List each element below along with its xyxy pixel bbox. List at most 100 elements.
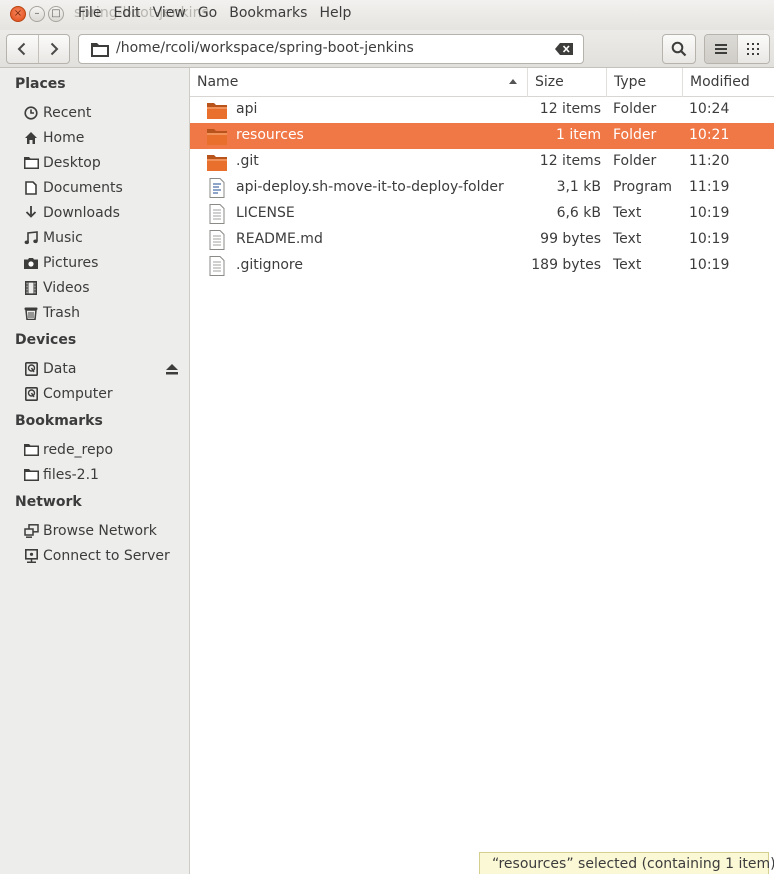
- menu-file[interactable]: File: [78, 5, 101, 21]
- drive-icon: [24, 361, 38, 376]
- file-type: Folder: [613, 127, 657, 143]
- file-size: 99 bytes: [540, 231, 601, 247]
- film-icon: [25, 280, 37, 295]
- sidebar-item-browse-network[interactable]: Browse Network: [23, 518, 188, 543]
- table-row[interactable]: .git 12 items Folder 11:20: [190, 149, 774, 175]
- menu-view[interactable]: View: [153, 5, 186, 21]
- location-bar[interactable]: /home/rcoli/workspace/spring-boot-jenkin…: [78, 34, 584, 64]
- file-size: 189 bytes: [531, 257, 601, 273]
- file-name: .git: [236, 153, 259, 169]
- sidebar-item-documents[interactable]: Documents: [23, 175, 188, 200]
- sidebar-item-label: Recent: [43, 104, 92, 121]
- sidebar-item-trash[interactable]: Trash: [23, 300, 188, 325]
- sidebar-item-label: Desktop: [43, 154, 101, 171]
- clear-location-icon[interactable]: [555, 43, 573, 55]
- forward-button[interactable]: [37, 35, 70, 63]
- minimize-window-button[interactable]: –: [29, 6, 45, 22]
- search-button[interactable]: [662, 34, 696, 64]
- sidebar-item-connect-server[interactable]: Connect to Server: [23, 543, 188, 568]
- network-icon: [23, 523, 39, 538]
- location-path[interactable]: /home/rcoli/workspace/spring-boot-jenkin…: [116, 40, 414, 56]
- sidebar-item-recent[interactable]: Recent: [23, 100, 188, 125]
- grid-view-button[interactable]: [736, 35, 769, 63]
- sidebar-item-label: Videos: [43, 279, 90, 296]
- file-list-view: Name Size Type Modified api 12 items Fol…: [190, 68, 774, 874]
- drive-icon: [24, 386, 38, 401]
- sidebar-item-label: Trash: [43, 304, 80, 321]
- close-window-button[interactable]: ×: [10, 6, 26, 22]
- file-name: resources: [236, 127, 304, 143]
- sidebar-item-music[interactable]: Music: [23, 225, 188, 250]
- folder-icon: [91, 43, 109, 57]
- script-file-icon: [209, 178, 225, 198]
- table-row[interactable]: .gitignore 189 bytes Text 10:19: [190, 253, 774, 279]
- eject-data-button[interactable]: [165, 362, 179, 376]
- file-modified: 11:20: [689, 153, 730, 169]
- file-size: 12 items: [539, 153, 601, 169]
- table-row-selected[interactable]: resources 1 item Folder 10:21: [190, 123, 774, 149]
- menu-edit[interactable]: Edit: [113, 5, 140, 21]
- text-file-icon: [209, 230, 225, 250]
- file-modified: 10:19: [689, 205, 730, 221]
- menu-bookmarks[interactable]: Bookmarks: [229, 5, 307, 21]
- table-row[interactable]: README.md 99 bytes Text 10:19: [190, 227, 774, 253]
- sidebar-item-label: Browse Network: [43, 522, 157, 539]
- column-header-name[interactable]: Name: [190, 68, 527, 97]
- menu-help[interactable]: Help: [319, 5, 351, 21]
- file-type: Folder: [613, 153, 657, 169]
- sidebar-item-rede-repo[interactable]: rede_repo: [23, 437, 188, 462]
- file-type: Program: [613, 179, 673, 195]
- list-icon: [714, 44, 727, 54]
- sidebar-item-downloads[interactable]: Downloads: [23, 200, 188, 225]
- table-row[interactable]: LICENSE 6,6 kB Text 10:19: [190, 201, 774, 227]
- chevron-right-icon: [50, 42, 59, 56]
- table-row[interactable]: api-deploy.sh-move-it-to-deploy-folder 3…: [190, 175, 774, 201]
- home-icon: [25, 131, 37, 144]
- toolbar: /home/rcoli/workspace/spring-boot-jenkin…: [0, 30, 774, 68]
- file-name: LICENSE: [236, 205, 295, 221]
- sidebar-item-computer[interactable]: Computer: [23, 381, 188, 406]
- file-rows: api 12 items Folder 10:24 resources 1 it…: [190, 97, 774, 279]
- sidebar-item-videos[interactable]: Videos: [23, 275, 188, 300]
- column-header-type[interactable]: Type: [606, 68, 682, 97]
- menu-bar: File Edit View Go Bookmarks Help: [78, 5, 363, 21]
- text-file-icon: [209, 256, 225, 276]
- maximize-window-button[interactable]: □: [48, 6, 64, 22]
- file-name: api-deploy.sh-move-it-to-deploy-folder: [236, 179, 504, 195]
- sidebar-item-files-2-1[interactable]: files-2.1: [23, 462, 188, 487]
- devices-header: Devices: [15, 332, 77, 348]
- sidebar-item-home[interactable]: Home: [23, 125, 188, 150]
- folder-icon: [207, 155, 227, 171]
- table-row[interactable]: api 12 items Folder 10:24: [190, 97, 774, 123]
- sidebar-item-label: Pictures: [43, 254, 99, 271]
- sidebar-item-desktop[interactable]: Desktop: [23, 150, 188, 175]
- nav-buttons: [6, 34, 70, 64]
- column-header-size[interactable]: Size: [527, 68, 606, 97]
- camera-icon: [24, 257, 38, 269]
- places-header: Places: [15, 76, 66, 92]
- text-file-icon: [209, 204, 225, 224]
- folder-icon: [23, 157, 39, 169]
- file-modified: 10:19: [689, 257, 730, 273]
- file-type: Text: [613, 257, 642, 273]
- file-name: README.md: [236, 231, 323, 247]
- sidebar-item-label: Connect to Server: [43, 547, 170, 564]
- music-icon: [24, 230, 38, 244]
- folder-icon: [207, 129, 227, 145]
- document-icon: [25, 180, 37, 195]
- file-type: Text: [613, 205, 642, 221]
- folder-icon: [207, 103, 227, 119]
- file-name: .gitignore: [236, 257, 303, 273]
- title-bar: × – □ spring-boot-jenkins File Edit View…: [0, 0, 774, 30]
- file-modified: 10:21: [689, 127, 730, 143]
- file-size: 12 items: [539, 101, 601, 117]
- column-header-modified[interactable]: Modified: [682, 68, 774, 97]
- menu-go[interactable]: Go: [198, 5, 217, 21]
- bookmarks-header: Bookmarks: [15, 413, 103, 429]
- list-view-button[interactable]: [705, 35, 737, 63]
- file-size: 1 item: [556, 127, 601, 143]
- sidebar-item-label: rede_repo: [43, 441, 114, 458]
- sidebar-item-data[interactable]: Data: [23, 356, 188, 381]
- sidebar-item-pictures[interactable]: Pictures: [23, 250, 188, 275]
- back-button[interactable]: [7, 35, 38, 63]
